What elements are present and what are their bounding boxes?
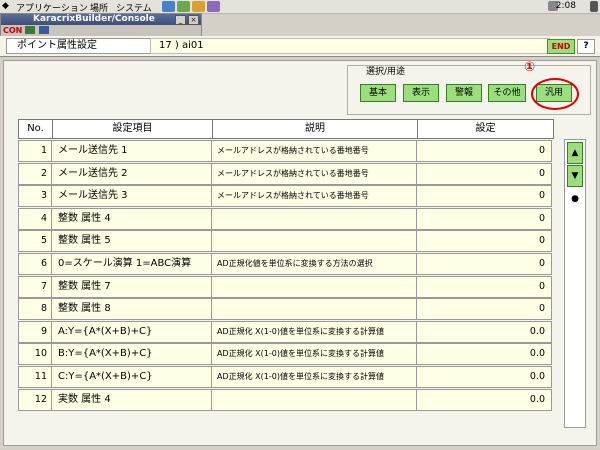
scroll-panel: ▲ ▼ ● [564, 139, 586, 428]
row-number: 6 [19, 254, 52, 274]
header-item: 設定項目 [53, 120, 213, 138]
table-row[interactable]: 7 整数 属性 7 0 [18, 275, 552, 298]
row-number: 8 [19, 299, 52, 320]
row-setting-item: 実数 属性 4 [52, 389, 212, 410]
close-icon[interactable]: × [188, 15, 199, 25]
tab-display[interactable]: 表示 [403, 84, 439, 102]
row-description: メールアドレスが格納されている番地番号 [212, 186, 417, 207]
row-setting-item: 整数 属性 4 [52, 208, 212, 229]
row-number: 3 [19, 186, 52, 207]
launcher-icon[interactable] [177, 1, 190, 12]
page-title: ポイント属性設定 [6, 38, 158, 54]
row-setting-item: 整数 属性 5 [52, 231, 212, 252]
row-number: 9 [19, 321, 52, 342]
scroll-position-dot: ● [567, 188, 583, 210]
row-description: AD正規化 X(1-0)値を単位系に変換する計算値 [212, 344, 417, 365]
table-row[interactable]: 11 C:Y={A*(X+B)+C} AD正規化 X(1-0)値を単位系に変換する計… [18, 366, 552, 388]
scroll-down-button[interactable]: ▼ [567, 165, 583, 187]
system-menubar: ◆ アプリケーション 場所 システム 2:08 [0, 0, 600, 14]
header-no: No. [19, 120, 53, 138]
row-description [212, 276, 417, 297]
end-button[interactable]: END [547, 39, 575, 54]
row-setting-value[interactable]: 0 [417, 231, 551, 251]
row-number: 11 [19, 367, 52, 387]
row-description: メールアドレスが格納されている番地番号 [212, 141, 417, 161]
row-description [212, 389, 417, 410]
row-setting-value[interactable]: 0.0 [417, 322, 551, 342]
row-setting-value[interactable]: 0 [417, 209, 551, 229]
row-number: 1 [19, 141, 52, 161]
row-number: 7 [19, 276, 52, 297]
row-setting-value[interactable]: 0 [417, 299, 551, 319]
console-label: CON [3, 26, 23, 35]
table-header: No. 設定項目 説明 設定 [18, 119, 554, 139]
row-setting-item: 整数 属性 8 [52, 299, 212, 320]
row-setting-value[interactable]: 0 [417, 186, 551, 206]
table-row[interactable]: 3 メール送信先 3 メールアドレスが格納されている番地番号 0 [18, 185, 552, 208]
row-setting-item: メール送信先 3 [52, 186, 212, 207]
toolbar-icon[interactable] [39, 26, 49, 34]
row-number: 4 [19, 208, 52, 229]
launcher-icon[interactable] [192, 1, 205, 12]
row-setting-value[interactable]: 0.0 [417, 344, 551, 364]
table-row[interactable]: 1 メール送信先 1 メールアドレスが格納されている番地番号 0 [18, 140, 552, 162]
row-description: AD正規化値を単位系に変換する方法の選択 [212, 254, 417, 274]
row-description [212, 231, 417, 252]
annotation-circle [531, 78, 579, 110]
row-number: 10 [19, 344, 52, 365]
table-row[interactable]: 12 実数 属性 4 0.0 [18, 388, 552, 411]
row-description: メールアドレスが格納されている番地番号 [212, 163, 417, 184]
selector-label: 選択/用途 [366, 67, 406, 77]
table-row[interactable]: 2 メール送信先 2 メールアドレスが格納されている番地番号 0 [18, 162, 552, 185]
table-row[interactable]: 6 0=スケール演算 1=ABC演算 AD正規化値を単位系に変換する方法の選択 0 [18, 253, 552, 275]
minimize-icon[interactable]: _ [175, 15, 186, 25]
console-titlebar[interactable]: KaracrixBuilder/Console _ × [1, 14, 201, 25]
launcher-icon[interactable] [207, 1, 220, 12]
row-setting-item: メール送信先 2 [52, 163, 212, 184]
clock[interactable]: 2:08 [556, 1, 576, 11]
row-setting-value[interactable]: 0 [417, 254, 551, 274]
row-setting-value[interactable]: 0.0 [417, 390, 551, 410]
tab-other[interactable]: その他 [488, 84, 526, 102]
row-description [212, 299, 417, 320]
header-description: 説明 [213, 120, 418, 138]
record-display: 17 ) ai01 [150, 38, 550, 54]
annotation-number: ① [524, 60, 536, 75]
row-setting-value[interactable]: 0.0 [417, 367, 551, 387]
row-number: 12 [19, 389, 52, 410]
row-setting-value[interactable]: 0 [417, 164, 551, 184]
table-row[interactable]: 5 整数 属性 5 0 [18, 230, 552, 253]
foot-icon[interactable]: ◆ [2, 1, 9, 11]
console-title: KaracrixBuilder/Console [33, 14, 155, 24]
row-setting-value[interactable]: 0 [417, 277, 551, 297]
table-row[interactable]: 9 A:Y={A*(X+B)+C} AD正規化 X(1-0)値を単位系に変換する計算… [18, 320, 552, 343]
row-setting-item: C:Y={A*(X+B)+C} [52, 367, 212, 387]
console-window: KaracrixBuilder/Console _ × CON [0, 13, 202, 37]
scroll-up-button[interactable]: ▲ [567, 142, 583, 164]
header-setting: 設定 [475, 123, 496, 134]
row-setting-item: 0=スケール演算 1=ABC演算 [52, 254, 212, 274]
row-number: 2 [19, 163, 52, 184]
row-description: AD正規化 X(1-0)値を単位系に変換する計算値 [212, 367, 417, 387]
row-description [212, 208, 417, 229]
tab-alarm[interactable]: 警報 [446, 84, 482, 102]
header-bar: ポイント属性設定 17 ) ai01 END ? [0, 36, 600, 57]
row-description: AD正規化 X(1-0)値を単位系に変換する計算値 [212, 321, 417, 342]
row-number: 5 [19, 231, 52, 252]
row-setting-value[interactable]: 0 [417, 141, 551, 161]
row-setting-item: 整数 属性 7 [52, 276, 212, 297]
row-setting-item: メール送信先 1 [52, 141, 212, 161]
table-row[interactable]: 8 整数 属性 8 0 [18, 298, 552, 321]
help-button[interactable]: ? [577, 39, 595, 54]
table-row[interactable]: 4 整数 属性 4 0 [18, 207, 552, 230]
row-setting-item: B:Y={A*(X+B)+C} [52, 344, 212, 365]
launcher-icon[interactable] [162, 1, 175, 12]
row-setting-item: A:Y={A*(X+B)+C} [52, 321, 212, 342]
table-row[interactable]: 10 B:Y={A*(X+B)+C} AD正規化 X(1-0)値を単位系に変換する計… [18, 343, 552, 366]
toolbar-icon[interactable] [25, 26, 35, 34]
system-tray-icon[interactable] [590, 1, 598, 12]
tab-basic[interactable]: 基本 [360, 84, 396, 102]
